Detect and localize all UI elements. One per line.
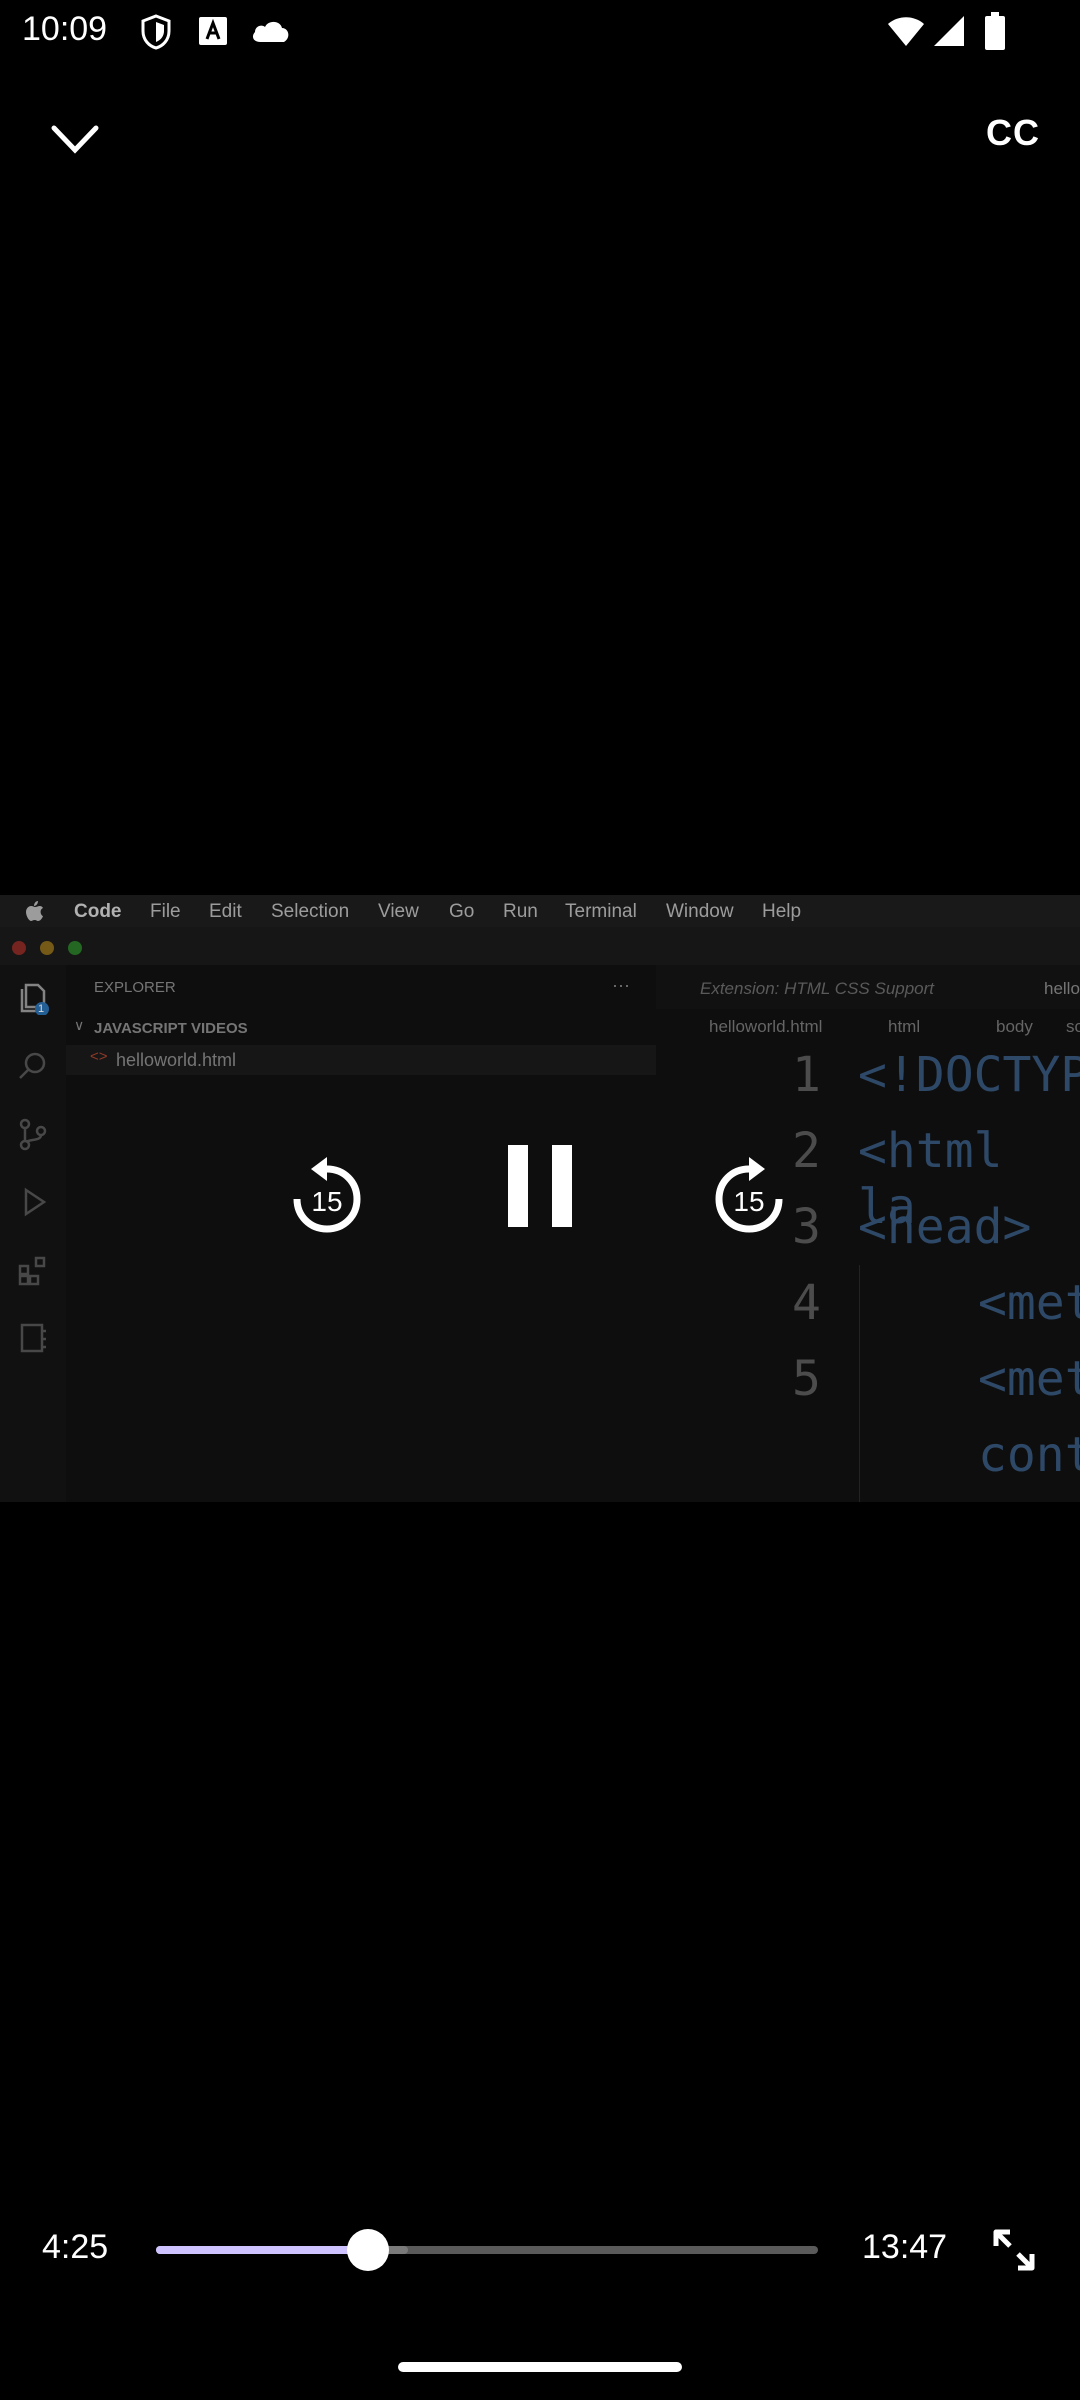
pause-icon <box>508 1145 572 1227</box>
fullscreen-icon <box>993 2229 1035 2271</box>
fullscreen-button[interactable] <box>990 2226 1038 2274</box>
signal-icon <box>934 16 964 46</box>
status-time: 10:09 <box>22 10 108 48</box>
battery-icon <box>985 12 1005 50</box>
shield-icon <box>141 14 171 50</box>
cloud-icon <box>252 21 289 42</box>
elapsed-time: 4:25 <box>42 2228 109 2266</box>
seek-bar-row: 4:25 13:47 <box>0 2210 1080 2290</box>
playback-controls: 15 15 <box>0 1135 1080 1265</box>
font-a-icon <box>199 17 227 45</box>
home-indicator[interactable] <box>398 2362 682 2372</box>
forward-seconds: 15 <box>733 1186 764 1217</box>
rewind-15-button[interactable]: 15 <box>283 1155 371 1243</box>
rewind-seconds: 15 <box>311 1186 342 1217</box>
total-time: 13:47 <box>862 2228 948 2266</box>
collapse-button[interactable] <box>40 110 110 170</box>
player-top-controls: CC <box>0 100 1080 180</box>
wifi-icon <box>888 17 924 46</box>
chevron-down-icon <box>51 125 99 154</box>
seek-bar[interactable] <box>156 2229 818 2271</box>
captions-button[interactable]: CC <box>986 112 1040 154</box>
forward-15-button[interactable]: 15 <box>705 1155 793 1243</box>
status-bar: 10:09 <box>0 0 1080 64</box>
forward-icon: 15 <box>715 1157 783 1233</box>
seek-thumb[interactable] <box>346 2229 389 2271</box>
seek-played <box>156 2246 368 2254</box>
pause-button[interactable] <box>500 1135 580 1235</box>
replay-icon: 15 <box>293 1157 361 1233</box>
